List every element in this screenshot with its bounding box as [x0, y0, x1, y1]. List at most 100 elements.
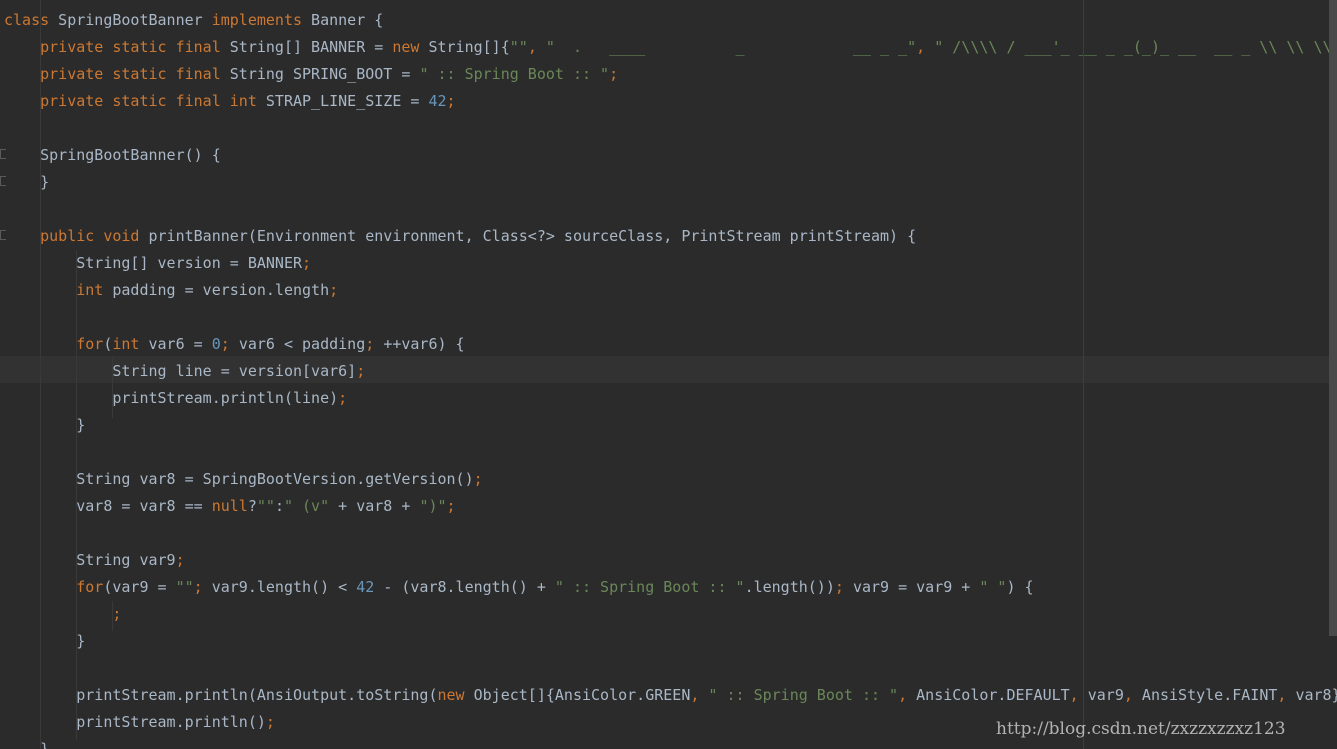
code-token: ,: [527, 38, 546, 56]
code-token: ,: [690, 686, 709, 704]
code-token: ;: [446, 497, 456, 515]
code-token: " /\\\\ / ___'_ __ _ _(_)_ __ __ _ \\ \\…: [934, 38, 1337, 56]
code-token: for: [76, 578, 104, 596]
code-token: ;: [112, 605, 122, 623]
code-token: String[]{: [419, 38, 510, 56]
code-token: " (v": [283, 497, 330, 515]
code-line[interactable]: String line = version[var6];: [4, 358, 365, 385]
watermark-url: http://blog.csdn.net/zxzzxzzxz123: [996, 719, 1286, 739]
code-token: ;: [329, 281, 339, 299]
code-line[interactable]: printStream.println();: [4, 709, 275, 736]
code-line[interactable]: }: [4, 169, 49, 196]
code-token: ;: [834, 578, 853, 596]
code-line[interactable]: ;: [4, 601, 121, 628]
code-line[interactable]: }: [4, 736, 49, 749]
code-line[interactable]: private static final String[] BANNER = n…: [4, 34, 1337, 61]
code-token: ;: [175, 551, 185, 569]
code-token: }: [4, 740, 50, 749]
code-line[interactable]: for(var9 = ""; var9.length() < 42 - (var…: [4, 574, 1034, 601]
code-line[interactable]: class SpringBootBanner implements Banner…: [4, 7, 383, 34]
code-token: ")": [419, 497, 447, 515]
code-token: ,: [1069, 686, 1088, 704]
code-token: new: [392, 38, 420, 56]
code-token: SpringBootBanner() {: [4, 146, 221, 164]
code-token: class: [4, 11, 50, 29]
code-line[interactable]: int padding = version.length;: [4, 277, 338, 304]
code-token: String var8 = SpringBootVersion.getVersi…: [4, 470, 474, 488]
code-token: + var8 +: [329, 497, 420, 515]
code-editor[interactable]: class SpringBootBanner implements Banner…: [0, 0, 1337, 749]
code-token: " . ____ _ __ _ _": [545, 38, 917, 56]
code-token: "": [509, 38, 528, 56]
code-line[interactable]: private static final int STRAP_LINE_SIZE…: [4, 88, 456, 115]
code-token: "": [256, 497, 275, 515]
code-token: for: [76, 335, 104, 353]
code-line[interactable]: String var9;: [4, 547, 185, 574]
code-token: padding = version.length: [103, 281, 330, 299]
code-token: ;: [356, 362, 366, 380]
code-token: String var9: [4, 551, 176, 569]
code-token: var9: [1087, 686, 1124, 704]
code-line[interactable]: String var8 = SpringBootVersion.getVersi…: [4, 466, 483, 493]
code-line[interactable]: }: [4, 412, 85, 439]
code-token: ;: [193, 578, 212, 596]
code-token: var6 =: [139, 335, 212, 353]
code-token: var8}: [1295, 686, 1337, 704]
code-token: ,: [898, 686, 917, 704]
code-line[interactable]: printStream.println(line);: [4, 385, 347, 412]
code-token: printStream.println(line): [4, 389, 339, 407]
code-token: .length()): [744, 578, 835, 596]
code-token: var8 = var8 ==: [4, 497, 212, 515]
code-line[interactable]: String[] version = BANNER;: [4, 250, 311, 277]
code-token: ) {: [1006, 578, 1034, 596]
code-token: String line = version[var6]: [4, 362, 357, 380]
code-token: "": [175, 578, 194, 596]
code-token: ;: [609, 65, 619, 83]
code-token: " ": [979, 578, 1007, 596]
code-token: - (var8.length() +: [374, 578, 555, 596]
code-token: var9.length() <: [211, 578, 357, 596]
code-line[interactable]: }: [4, 628, 85, 655]
code-line[interactable]: public void printBanner(Environment envi…: [4, 223, 916, 250]
code-token: private static final: [40, 38, 221, 56]
code-token: String SPRING_BOOT =: [220, 65, 420, 83]
code-token: var6 < padding: [238, 335, 366, 353]
code-token: ;: [365, 335, 384, 353]
code-token: AnsiStyle.FAINT: [1141, 686, 1278, 704]
code-token: ++var6) {: [383, 335, 465, 353]
code-token: implements: [211, 11, 303, 29]
code-token: 42: [428, 92, 447, 110]
code-token: ,: [1277, 686, 1296, 704]
code-line[interactable]: for(int var6 = 0; var6 < padding; ++var6…: [4, 331, 465, 358]
code-token: Object[]{AnsiColor.GREEN: [464, 686, 691, 704]
code-token: private static final int: [40, 92, 257, 110]
code-token: private static final: [40, 65, 221, 83]
code-token: ;: [265, 713, 275, 731]
code-line[interactable]: private static final String SPRING_BOOT …: [4, 61, 618, 88]
code-token: String[] BANNER =: [220, 38, 393, 56]
code-token: ?: [247, 497, 257, 515]
code-token: printBanner(Environment environment, Cla…: [139, 227, 917, 245]
code-token: ,: [916, 38, 935, 56]
code-line[interactable]: printStream.println(AnsiOutput.toString(…: [4, 682, 1337, 709]
code-token: 0: [211, 335, 221, 353]
code-token: ;: [446, 92, 456, 110]
code-token: new: [437, 686, 465, 704]
code-token: }: [4, 416, 86, 434]
code-token: String[] version = BANNER: [4, 254, 303, 272]
code-token: null: [211, 497, 248, 515]
code-line[interactable]: SpringBootBanner() {: [4, 142, 221, 169]
code-token: :: [274, 497, 284, 515]
code-line[interactable]: var8 = var8 == null?"":" (v" + var8 + ")…: [4, 493, 456, 520]
vertical-scrollbar[interactable]: [1329, 0, 1337, 636]
code-token: ;: [473, 470, 483, 488]
code-token: ;: [338, 389, 348, 407]
code-token: STRAP_LINE_SIZE =: [256, 92, 429, 110]
code-token: }: [4, 173, 50, 191]
